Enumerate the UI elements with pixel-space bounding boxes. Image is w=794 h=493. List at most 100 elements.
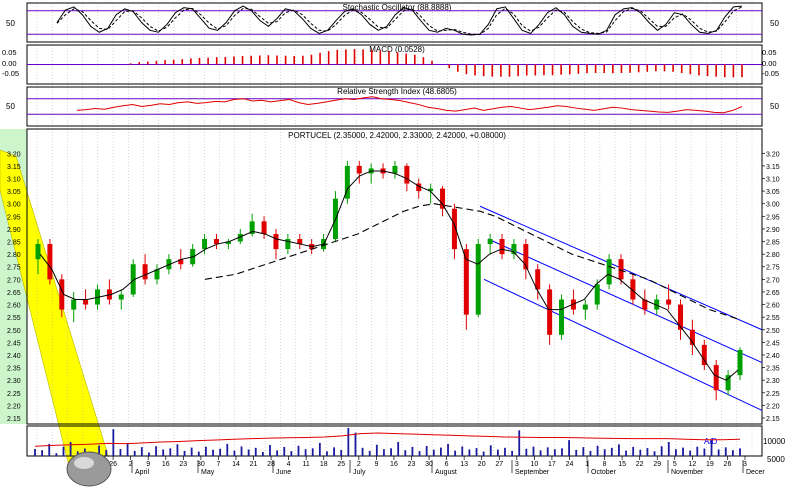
candle-body bbox=[356, 165, 362, 174]
spotlight-lens bbox=[66, 451, 112, 487]
month-label: May bbox=[201, 469, 215, 476]
candle-body bbox=[594, 284, 600, 305]
month-label: April bbox=[135, 469, 149, 476]
price-tick-right: 2.80 bbox=[766, 252, 780, 259]
candle-body bbox=[559, 299, 565, 335]
x-tick-label: 18 bbox=[320, 461, 328, 468]
price-tick-left: 2.40 bbox=[7, 353, 21, 360]
candle-body bbox=[47, 244, 53, 280]
candle-body bbox=[440, 188, 446, 209]
x-tick-label: 20 bbox=[478, 461, 486, 468]
price-tick-left: 2.60 bbox=[7, 303, 21, 310]
candle-body bbox=[35, 244, 41, 260]
price-tick-right: 2.85 bbox=[766, 240, 780, 247]
price-tick-right: 2.40 bbox=[766, 353, 780, 360]
price-tick-left: 3.00 bbox=[7, 202, 21, 209]
x-tick-label: 27 bbox=[495, 461, 503, 468]
x-tick-label: 10 bbox=[530, 461, 538, 468]
price-tick-right: 2.55 bbox=[766, 315, 780, 322]
x-tick-label: 4 bbox=[287, 461, 291, 468]
grid-lines bbox=[36, 3, 753, 456]
macd-tick-right-2: -0.05 bbox=[762, 69, 779, 78]
x-tick-label: 16 bbox=[390, 461, 398, 468]
candle-body bbox=[71, 299, 77, 310]
price-title: PORTUCEL (2.35000, 2.42000, 2.33000, 2.4… bbox=[288, 131, 506, 140]
price-tick-right: 2.50 bbox=[766, 328, 780, 335]
rsi-tick-right: 50 bbox=[770, 102, 779, 111]
spotlight-lens-shine bbox=[74, 457, 94, 469]
candle-body bbox=[83, 299, 89, 305]
x-tick-label: 13 bbox=[460, 461, 468, 468]
stochastic-tick-left: 50 bbox=[6, 19, 15, 28]
x-tick-label: 22 bbox=[636, 461, 644, 468]
price-tick-right: 3.20 bbox=[766, 151, 780, 158]
stochastic-panel: Stochastic Oscillator (88.8888) 50 50 bbox=[6, 3, 779, 36]
candle-body bbox=[202, 239, 208, 250]
price-tick-right: 2.45 bbox=[766, 340, 780, 347]
price-tick-left: 3.15 bbox=[7, 164, 21, 171]
candle-body bbox=[392, 165, 398, 174]
macd-tick-left-0: 0.05 bbox=[2, 48, 17, 57]
candle-body bbox=[261, 221, 267, 234]
candle-body bbox=[547, 289, 553, 335]
month-label: June bbox=[276, 469, 291, 476]
x-tick-label: 7 bbox=[216, 461, 220, 468]
x-tick-label: 29 bbox=[653, 461, 661, 468]
x-tick-label: 3 bbox=[743, 461, 747, 468]
price-tick-right: 2.75 bbox=[766, 265, 780, 272]
rsi-panel: Relative Strength Index (48.6805) 50 50 bbox=[6, 87, 779, 115]
panel-frames bbox=[26, 2, 763, 457]
x-tick-label: 16 bbox=[162, 461, 170, 468]
price-tick-left: 3.05 bbox=[7, 189, 21, 196]
price-tick-left: 2.65 bbox=[7, 290, 21, 297]
volume-tick-right-1: 5000 bbox=[767, 455, 785, 464]
ad-line bbox=[34, 432, 741, 447]
x-tick-label: 11 bbox=[303, 461, 310, 468]
macd-tick-right-0: 0.05 bbox=[762, 48, 777, 57]
candle-body bbox=[273, 233, 279, 250]
price-tick-right: 3.00 bbox=[766, 202, 780, 209]
volume-panel: 10000 5000 A/D bbox=[34, 428, 786, 464]
price-tick-right: 3.05 bbox=[766, 189, 780, 196]
price-tick-left: 2.90 bbox=[7, 227, 21, 234]
x-tick-label: 9 bbox=[374, 461, 378, 468]
candle-body bbox=[285, 239, 291, 250]
x-tick-label: 5 bbox=[673, 461, 677, 468]
rsi-tick-left: 50 bbox=[6, 102, 15, 111]
month-label: October bbox=[591, 469, 617, 476]
candle-body bbox=[499, 239, 505, 255]
price-panel: PORTUCEL (2.35000, 2.42000, 2.33000, 2.4… bbox=[7, 131, 780, 423]
candle-body bbox=[713, 365, 719, 391]
candle-body bbox=[142, 264, 148, 280]
x-tick-label: 23 bbox=[408, 461, 416, 468]
price-tick-left: 2.70 bbox=[7, 277, 21, 284]
x-tick-label: 1 bbox=[585, 461, 589, 468]
x-tick-label: 2 bbox=[357, 461, 361, 468]
candle-body bbox=[475, 244, 481, 315]
x-tick-label: 6 bbox=[445, 461, 449, 468]
candle-body bbox=[118, 294, 124, 300]
macd-tick-right-1: 0.00 bbox=[762, 59, 777, 68]
price-tick-left: 2.95 bbox=[7, 214, 21, 221]
x-tick-label: 9 bbox=[146, 461, 150, 468]
candle-body bbox=[666, 299, 672, 305]
price-tick-left: 2.80 bbox=[7, 252, 21, 259]
x-tick-label: 3 bbox=[515, 461, 519, 468]
price-tick-left: 2.15 bbox=[7, 416, 21, 423]
x-tick-label: 19 bbox=[706, 461, 714, 468]
x-tick-label: 15 bbox=[618, 461, 626, 468]
x-tick-label: 28 bbox=[267, 461, 275, 468]
price-tick-left: 2.20 bbox=[7, 403, 21, 410]
volume-tick-right-0: 10000 bbox=[763, 437, 786, 446]
stochastic-tick-right: 50 bbox=[770, 19, 779, 28]
price-tick-left: 2.30 bbox=[7, 378, 21, 385]
price-tick-left: 2.75 bbox=[7, 265, 21, 272]
price-tick-right: 2.35 bbox=[766, 366, 780, 373]
x-tick-label: 26 bbox=[724, 461, 732, 468]
panel-frame-vol bbox=[26, 425, 763, 457]
x-tick-label: 17 bbox=[548, 461, 556, 468]
price-tick-right: 2.95 bbox=[766, 214, 780, 221]
x-tick-label: 12 bbox=[688, 461, 696, 468]
x-tick-label: 25 bbox=[337, 461, 345, 468]
price-tick-right: 3.10 bbox=[766, 177, 780, 184]
